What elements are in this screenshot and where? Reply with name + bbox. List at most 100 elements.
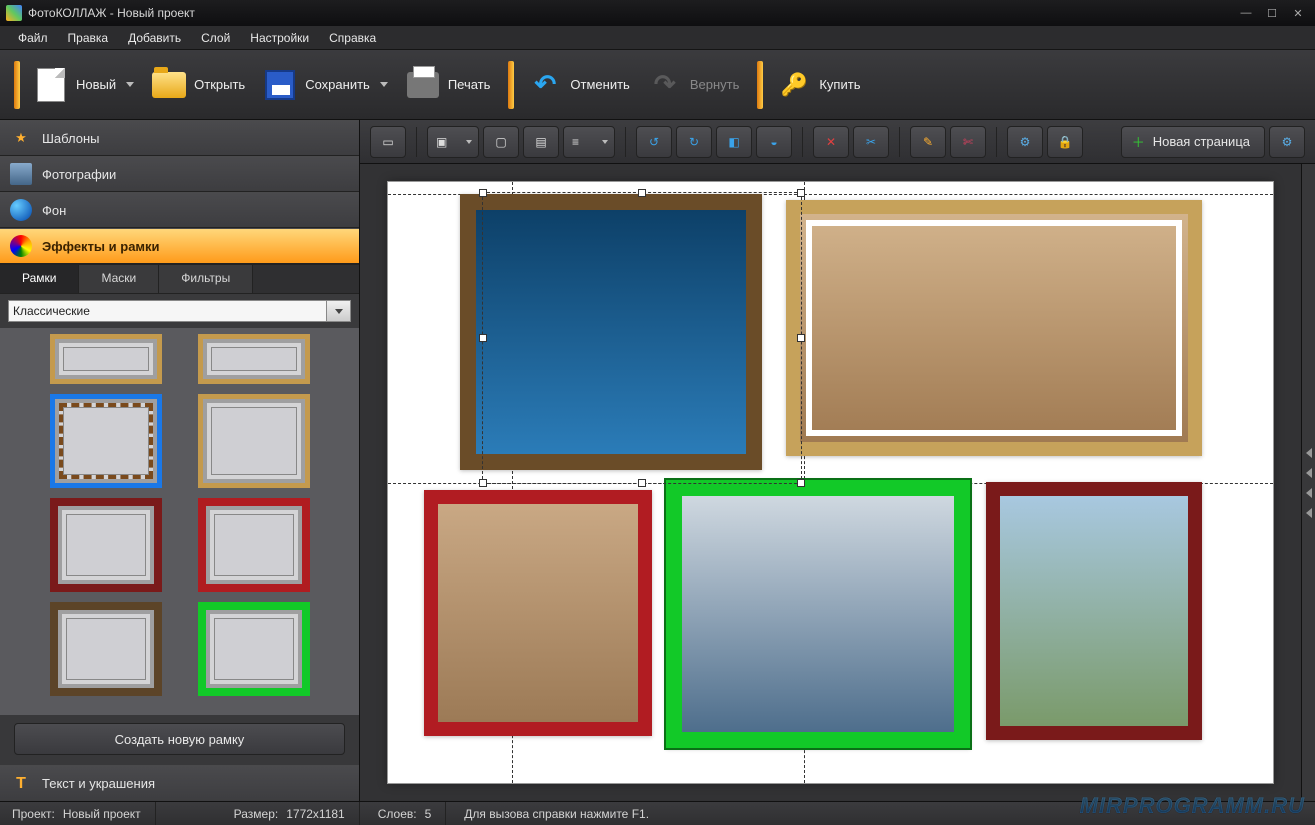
text-icon: T [10,773,32,795]
status-size-value: 1772x1181 [286,807,345,821]
separator [416,127,417,157]
menu-add[interactable]: Добавить [120,28,189,48]
lock-icon: 🔒 [1058,135,1073,149]
frame-thumb[interactable] [198,498,310,592]
sidebar-item-background[interactable]: Фон [0,192,359,228]
resize-handle[interactable] [797,189,805,197]
chevron-down-icon [335,309,343,314]
resize-handle[interactable] [797,334,805,342]
menu-edit[interactable]: Правка [60,28,117,48]
resize-handle[interactable] [479,479,487,487]
flip-h-icon: ◧ [728,135,739,149]
frame-thumb[interactable] [50,498,162,592]
frame-thumb[interactable] [198,394,310,488]
frame-thumb[interactable] [50,334,162,384]
status-help-hint: Для вызова справки нажмите F1. [464,807,649,821]
separator [996,127,997,157]
new-file-icon [37,68,65,102]
canvas-area: ▭ ▣ ▢ ▤ ≡ ↺ ↻ ◧ ◒ ✕ ✂ ✎ ✄ ⚙ 🔒 ＋ Новая ст… [360,120,1315,801]
crop-button[interactable]: ✂ [853,126,889,158]
dropdown-icon [380,82,388,87]
resize-handle[interactable] [479,334,487,342]
maximize-button[interactable]: ☐ [1261,5,1283,21]
minimize-button[interactable]: — [1235,5,1257,21]
menu-settings[interactable]: Настройки [242,28,317,48]
star-icon: ★ [10,127,32,149]
resize-handle[interactable] [638,189,646,197]
undo-button[interactable]: ↶ Отменить [522,61,639,109]
flip-vertical-button[interactable]: ◒ [756,126,792,158]
scissors-icon: ✄ [963,135,973,149]
frame-category-select[interactable] [8,300,327,322]
menu-help[interactable]: Справка [321,28,384,48]
flip-horizontal-button[interactable]: ◧ [716,126,752,158]
send-backward-button[interactable]: ▢ [483,126,519,158]
status-project-value: Новый проект [63,807,141,821]
printer-icon [407,72,439,98]
category-dropdown-button[interactable] [327,300,351,322]
bring-front-button[interactable]: ▤ [523,126,559,158]
globe-icon [10,199,32,221]
menu-file[interactable]: Файл [10,28,56,48]
close-button[interactable]: ✕ [1287,5,1309,21]
separator [802,127,803,157]
create-frame-label: Создать новую рамку [115,732,245,747]
save-label: Сохранить [305,77,370,92]
buy-button[interactable]: 🔑 Купить [771,61,870,109]
new-label: Новый [76,77,116,92]
frame-thumb[interactable] [198,602,310,696]
add-page-icon: ＋ [1132,132,1145,151]
create-frame-button[interactable]: Создать новую рамку [14,723,345,755]
gear-icon: ⚙ [1020,135,1031,149]
redo-button[interactable]: ↷ Вернуть [642,61,750,109]
brush-icon: ✎ [923,135,933,149]
frame-thumb[interactable] [50,602,162,696]
canvas[interactable] [360,164,1301,801]
print-button[interactable]: Печать [400,61,501,109]
layers-icon: ▤ [535,135,546,149]
tab-filters[interactable]: Фильтры [159,265,253,293]
photo-frame[interactable] [786,200,1202,456]
delete-button[interactable]: ✕ [813,126,849,158]
resize-handle[interactable] [797,479,805,487]
brush-button[interactable]: ✎ [910,126,946,158]
photo-frame[interactable] [986,482,1202,740]
photo-frame[interactable] [424,490,652,736]
toolbar-separator [14,61,20,109]
sidebar-item-photos[interactable]: Фотографии [0,156,359,192]
templates-label: Шаблоны [42,131,100,146]
bring-forward-button[interactable]: ▣ [427,126,479,158]
sidebar-item-templates[interactable]: ★ Шаблоны [0,120,359,156]
tab-masks[interactable]: Маски [79,265,159,293]
lock-button[interactable]: 🔒 [1047,126,1083,158]
rotate-left-button[interactable]: ↺ [636,126,672,158]
new-button[interactable]: Новый [28,61,144,109]
menu-layer[interactable]: Слой [193,28,238,48]
save-button[interactable]: Сохранить [257,61,398,109]
sidebar-item-effects-frames[interactable]: Эффекты и рамки [0,228,359,264]
page[interactable] [388,182,1273,783]
select-icon: ▭ [382,135,393,149]
crop-icon: ✂ [866,135,876,149]
open-button[interactable]: Открыть [146,61,255,109]
selection-box[interactable] [482,192,802,484]
key-icon: 🔑 [779,70,809,100]
frame-thumb[interactable] [198,334,310,384]
frame-thumb-selected[interactable] [50,394,162,488]
status-size-label: Размер: [234,807,279,821]
settings-button[interactable]: ⚙ [1007,126,1043,158]
align-button[interactable]: ≡ [563,126,615,158]
rotate-right-button[interactable]: ↻ [676,126,712,158]
new-page-button[interactable]: ＋ Новая страница [1121,126,1265,158]
flip-v-icon: ◒ [770,135,777,149]
frame-thumbnails[interactable] [0,328,359,715]
resize-handle[interactable] [479,189,487,197]
panel-collapse-strip[interactable] [1301,164,1315,801]
sidebar-item-text-decor[interactable]: T Текст и украшения [0,765,359,801]
photo-frame[interactable] [666,480,970,748]
select-tool-button[interactable]: ▭ [370,126,406,158]
tab-frames[interactable]: Рамки [0,265,79,293]
resize-handle[interactable] [638,479,646,487]
page-settings-button[interactable]: ⚙ [1269,126,1305,158]
cut-button[interactable]: ✄ [950,126,986,158]
